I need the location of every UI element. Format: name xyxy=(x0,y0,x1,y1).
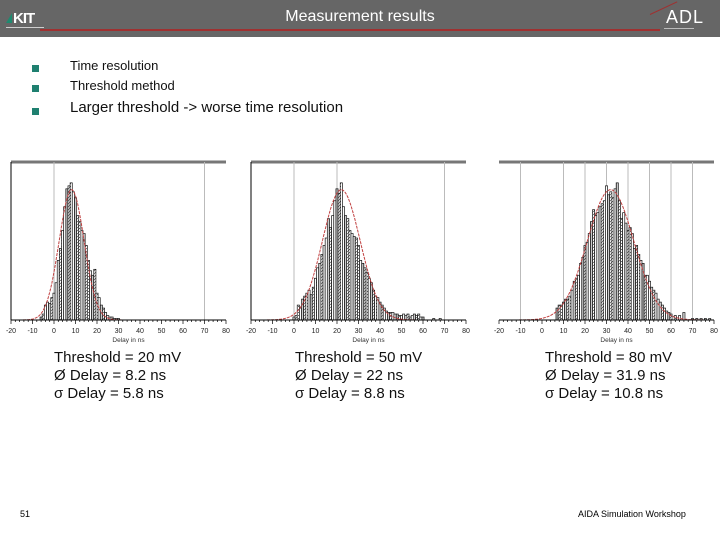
x-axis-label: Delay in ns xyxy=(352,337,385,344)
x-tick-label: 0 xyxy=(540,328,544,335)
caption-sigma-delay: σ Delay = 8.8 ns xyxy=(295,385,405,402)
header-accent-line xyxy=(40,29,660,31)
caption-threshold: Threshold = 20 mV xyxy=(54,349,182,366)
x-tick-label: -10 xyxy=(267,328,277,335)
x-tick-label: 60 xyxy=(667,328,675,335)
x-tick-label: 80 xyxy=(222,328,230,335)
bullet-square-icon xyxy=(32,65,39,72)
x-tick-label: 10 xyxy=(312,328,320,335)
x-tick-label: 0 xyxy=(52,328,56,335)
caption-80mv: Threshold = 80 mV Ø Delay = 31.9 ns σ De… xyxy=(545,349,672,403)
x-tick-label: 40 xyxy=(376,328,384,335)
caption-20mv: Threshold = 20 mV Ø Delay = 8.2 ns σ Del… xyxy=(54,349,181,403)
page-number: 51 xyxy=(20,509,31,519)
bullet-text: Threshold method xyxy=(70,78,175,93)
caption-mean-delay: Ø Delay = 31.9 ns xyxy=(545,367,666,384)
x-tick-label: 10 xyxy=(72,328,80,335)
slide-header: KIT Measurement results ADL xyxy=(0,0,720,37)
bullet-square-icon xyxy=(32,108,39,115)
x-tick-label: 0 xyxy=(292,328,296,335)
x-tick-label: -20 xyxy=(494,328,504,335)
bullet-text: Time resolution xyxy=(70,58,159,73)
adl-logo-subtitle-line xyxy=(664,28,694,29)
x-tick-label: 50 xyxy=(646,328,654,335)
caption-50mv: Threshold = 50 mV Ø Delay = 22 ns σ Dela… xyxy=(295,349,422,403)
x-axis-label: Delay in ns xyxy=(600,337,633,344)
x-tick-label: 50 xyxy=(398,328,406,335)
bullet-square-icon xyxy=(32,85,39,92)
caption-sigma-delay: σ Delay = 5.8 ns xyxy=(54,385,164,402)
x-tick-label: 30 xyxy=(115,328,123,335)
adl-logo: ADL xyxy=(666,7,705,27)
x-tick-label: 10 xyxy=(560,328,568,335)
x-tick-label: 50 xyxy=(158,328,166,335)
caption-threshold: Threshold = 50 mV xyxy=(295,349,423,366)
x-tick-label: 20 xyxy=(581,328,589,335)
histogram-50mv: -20 -10 0 10 20 30 40 50 60 70 80 Delay in ns xyxy=(246,160,470,344)
x-tick-label: 30 xyxy=(603,328,611,335)
x-tick-label: 20 xyxy=(333,328,341,335)
footer-event: AIDA Simulation Workshop xyxy=(578,509,686,519)
caption-sigma-delay: σ Delay = 10.8 ns xyxy=(545,385,664,402)
x-tick-label: 60 xyxy=(179,328,187,335)
x-tick-label: 80 xyxy=(710,328,718,335)
caption-mean-delay: Ø Delay = 22 ns xyxy=(295,367,403,384)
x-tick-label: -20 xyxy=(246,328,256,335)
x-tick-label: 70 xyxy=(441,328,449,335)
histogram-20mv: -20 -10 0 10 20 30 40 50 60 70 80 Delay in ns xyxy=(6,160,230,344)
x-tick-label: 40 xyxy=(624,328,632,335)
x-tick-label: 80 xyxy=(462,328,470,335)
x-tick-label: -10 xyxy=(27,328,37,335)
x-tick-label: -10 xyxy=(515,328,525,335)
gaussian-fit-line xyxy=(11,189,226,321)
caption-threshold: Threshold = 80 mV xyxy=(545,349,673,366)
page-title: Measurement results xyxy=(285,8,435,25)
caption-mean-delay: Ø Delay = 8.2 ns xyxy=(54,367,167,384)
x-tick-label: 60 xyxy=(419,328,427,335)
x-tick-label: 30 xyxy=(355,328,363,335)
x-tick-label: -20 xyxy=(6,328,16,335)
x-axis-label: Delay in ns xyxy=(112,337,145,344)
x-tick-label: 40 xyxy=(136,328,144,335)
x-tick-label: 20 xyxy=(93,328,101,335)
histogram-80mv: -20 -10 0 10 20 30 40 50 60 70 80 Delay in ns xyxy=(494,160,718,344)
x-tick-label: 70 xyxy=(201,328,209,335)
kit-logo-subtitle-line xyxy=(6,27,44,28)
x-tick-label: 70 xyxy=(689,328,697,335)
bullet-text: Larger threshold -> worse time resolutio… xyxy=(70,99,344,116)
